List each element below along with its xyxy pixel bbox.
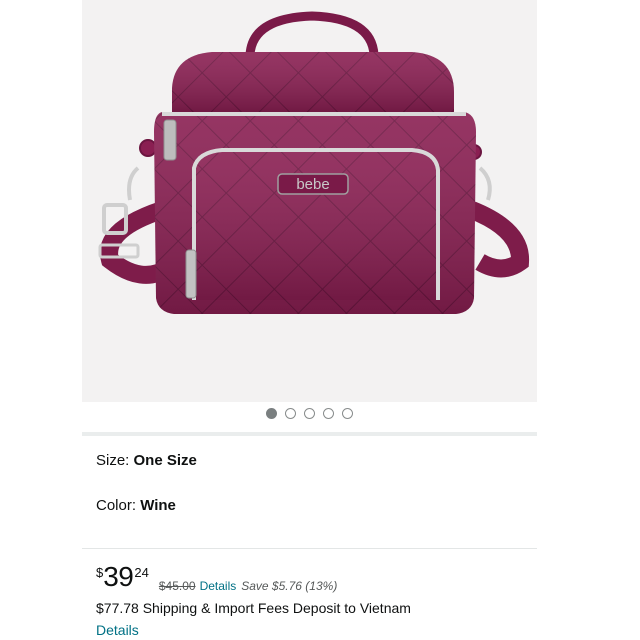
color-label: Color: — [96, 497, 141, 514]
savings-text: Save $5.76 (13%) — [241, 579, 338, 593]
color-selector[interactable]: Color: Wine — [96, 497, 176, 514]
section-divider — [82, 548, 537, 549]
carousel-dot-5[interactable] — [342, 408, 353, 419]
brand-logo-text: bebe — [296, 176, 329, 193]
size-value: One Size — [133, 452, 197, 469]
size-selector[interactable]: Size: One Size — [96, 452, 197, 469]
price-block: $ 39 24 $45.00 Details Save $5.76 (13%) — [96, 561, 338, 594]
product-page: bebe Size: One Size Color: Wine $ 39 24 … — [82, 0, 537, 640]
shipping-text: $77.78 Shipping & Import Fees Deposit to… — [96, 600, 411, 616]
size-label: Size: — [96, 452, 134, 469]
product-image-gallery[interactable]: bebe — [82, 0, 537, 402]
carousel-dot-3[interactable] — [304, 408, 315, 419]
color-value: Wine — [140, 497, 176, 514]
list-price-details-link[interactable]: Details — [200, 579, 237, 593]
product-image: bebe — [98, 11, 530, 314]
carousel-dot-1[interactable] — [266, 408, 277, 419]
section-divider — [82, 432, 537, 436]
list-price: $45.00 — [158, 579, 196, 593]
carousel-dot-2[interactable] — [285, 408, 296, 419]
price-symbol: $ — [96, 565, 104, 580]
shipping-details-link[interactable]: Details — [96, 622, 139, 638]
carousel-dot-4[interactable] — [323, 408, 334, 419]
price-whole: 39 — [103, 561, 134, 592]
price-fraction: 24 — [134, 565, 149, 580]
image-carousel-dots[interactable] — [82, 408, 537, 424]
